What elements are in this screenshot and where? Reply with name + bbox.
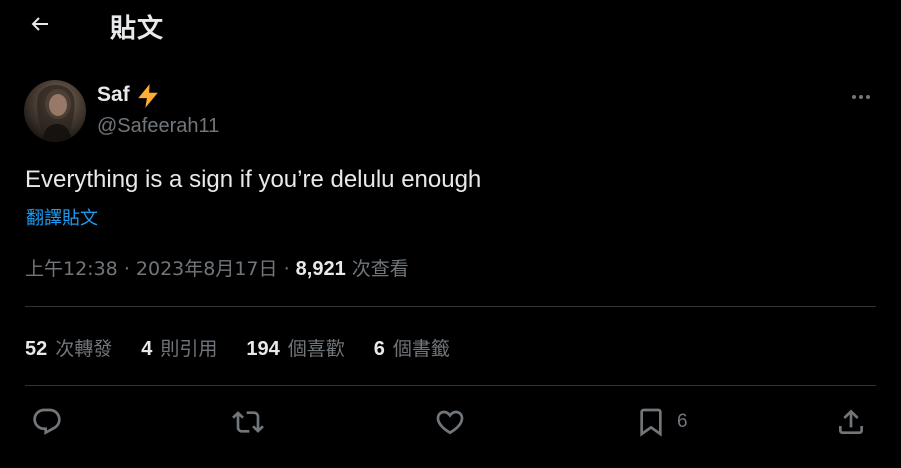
back-button[interactable]: [22, 6, 58, 42]
likes-label: 個喜歡: [287, 337, 345, 360]
retweets-label: 次轉發: [55, 337, 113, 360]
author-handle[interactable]: @Safeerah11: [97, 115, 219, 138]
translate-post-link[interactable]: 翻譯貼文: [26, 204, 98, 230]
tweet-meta: 上午12:38 · 2023年8月17日 · 8,921 次查看: [25, 254, 409, 281]
author-name[interactable]: Saf: [97, 83, 130, 107]
bookmarks-stat[interactable]: 6 個書籤: [374, 334, 450, 361]
avatar[interactable]: [24, 80, 86, 142]
share-button[interactable]: [835, 402, 867, 442]
bookmark-button[interactable]: 6: [635, 402, 688, 442]
divider: [25, 306, 876, 307]
retweet-icon: [232, 411, 264, 433]
reply-icon: [33, 408, 61, 435]
meta-separator: ·: [283, 258, 290, 280]
avatar-image: [37, 85, 75, 142]
tweet-date[interactable]: 2023年8月17日: [136, 258, 278, 280]
bookmarks-label: 個書籤: [392, 337, 450, 360]
share-icon: [839, 409, 863, 434]
retweets-count: 52: [25, 337, 48, 360]
lightning-bolt-icon: [138, 84, 158, 108]
divider: [25, 385, 876, 386]
likes-count: 194: [246, 337, 280, 360]
views-count: 8,921: [295, 258, 346, 280]
arrow-left-icon: [31, 17, 48, 31]
tweet-page: 貼文 Saf ⚡ @Safeerah11 Everything is a sig…: [0, 0, 901, 468]
quotes-label: 則引用: [160, 337, 218, 360]
page-header: 貼文: [0, 0, 901, 50]
heart-icon: [436, 410, 464, 435]
more-dots-icon: [852, 95, 870, 99]
tweet-text: Everything is a sign if you’re delulu en…: [25, 166, 482, 193]
more-options-button[interactable]: [846, 82, 876, 112]
bookmark-icon: [640, 408, 662, 437]
retweets-stat[interactable]: 52 次轉發: [25, 334, 112, 361]
views-label: 次查看: [351, 258, 409, 280]
reply-button[interactable]: [31, 402, 63, 442]
tweet-time[interactable]: 上午12:38: [25, 258, 118, 280]
bookmarks-count: 6: [373, 337, 385, 360]
retweet-button[interactable]: [232, 402, 264, 442]
like-button[interactable]: [434, 402, 466, 442]
meta-separator: ·: [123, 258, 130, 280]
bookmark-count: 6: [677, 411, 688, 432]
quotes-count: 4: [141, 337, 153, 360]
quotes-stat[interactable]: 4 則引用: [141, 334, 217, 361]
tweet-stats: 52 次轉發 4 則引用 194 個喜歡 6 個書籤: [25, 333, 479, 361]
page-title: 貼文: [110, 14, 165, 44]
likes-stat[interactable]: 194 個喜歡: [246, 334, 344, 361]
